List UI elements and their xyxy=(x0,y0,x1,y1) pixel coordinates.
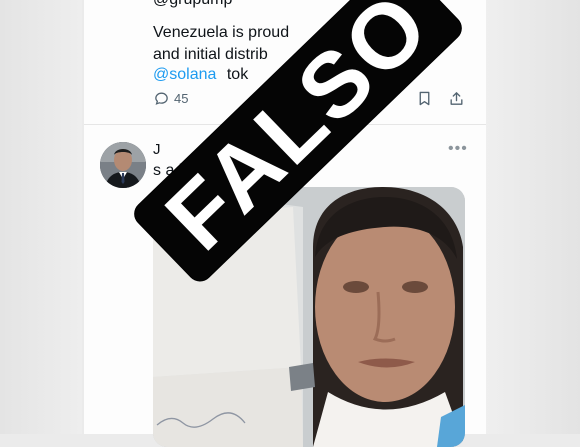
share-button[interactable] xyxy=(448,90,465,107)
bookmark-button[interactable] xyxy=(416,90,433,107)
tweet-text-line-3: @solana tok xyxy=(153,66,248,84)
avatar[interactable] xyxy=(100,142,146,188)
share-icon xyxy=(450,92,463,105)
tweet-text-line-3-tail: tok xyxy=(226,66,249,83)
background-left xyxy=(0,0,82,434)
tweet-text-line-2-head: and initial distrib xyxy=(153,46,268,63)
reply-count: 45 xyxy=(174,91,189,106)
tweet-text-line-2: and initial distrib 3 xyxy=(153,46,434,64)
tweet-text-line-1-head: Venezuela is proud xyxy=(153,24,290,41)
background-right xyxy=(485,0,580,434)
tweet-handle: @grupump xyxy=(153,0,232,9)
avatar-photo xyxy=(100,142,146,188)
tweet-text-line-1: Venezuela is proud unch xyxy=(153,24,392,42)
more-options-button[interactable]: ••• xyxy=(448,140,468,158)
reply-icon xyxy=(155,92,168,105)
solana-mention-link[interactable]: @solana xyxy=(153,66,216,83)
tweet-author-name[interactable]: J xyxy=(153,141,161,158)
bookmark-icon xyxy=(419,91,430,106)
reply-button[interactable]: 45 xyxy=(153,90,188,107)
